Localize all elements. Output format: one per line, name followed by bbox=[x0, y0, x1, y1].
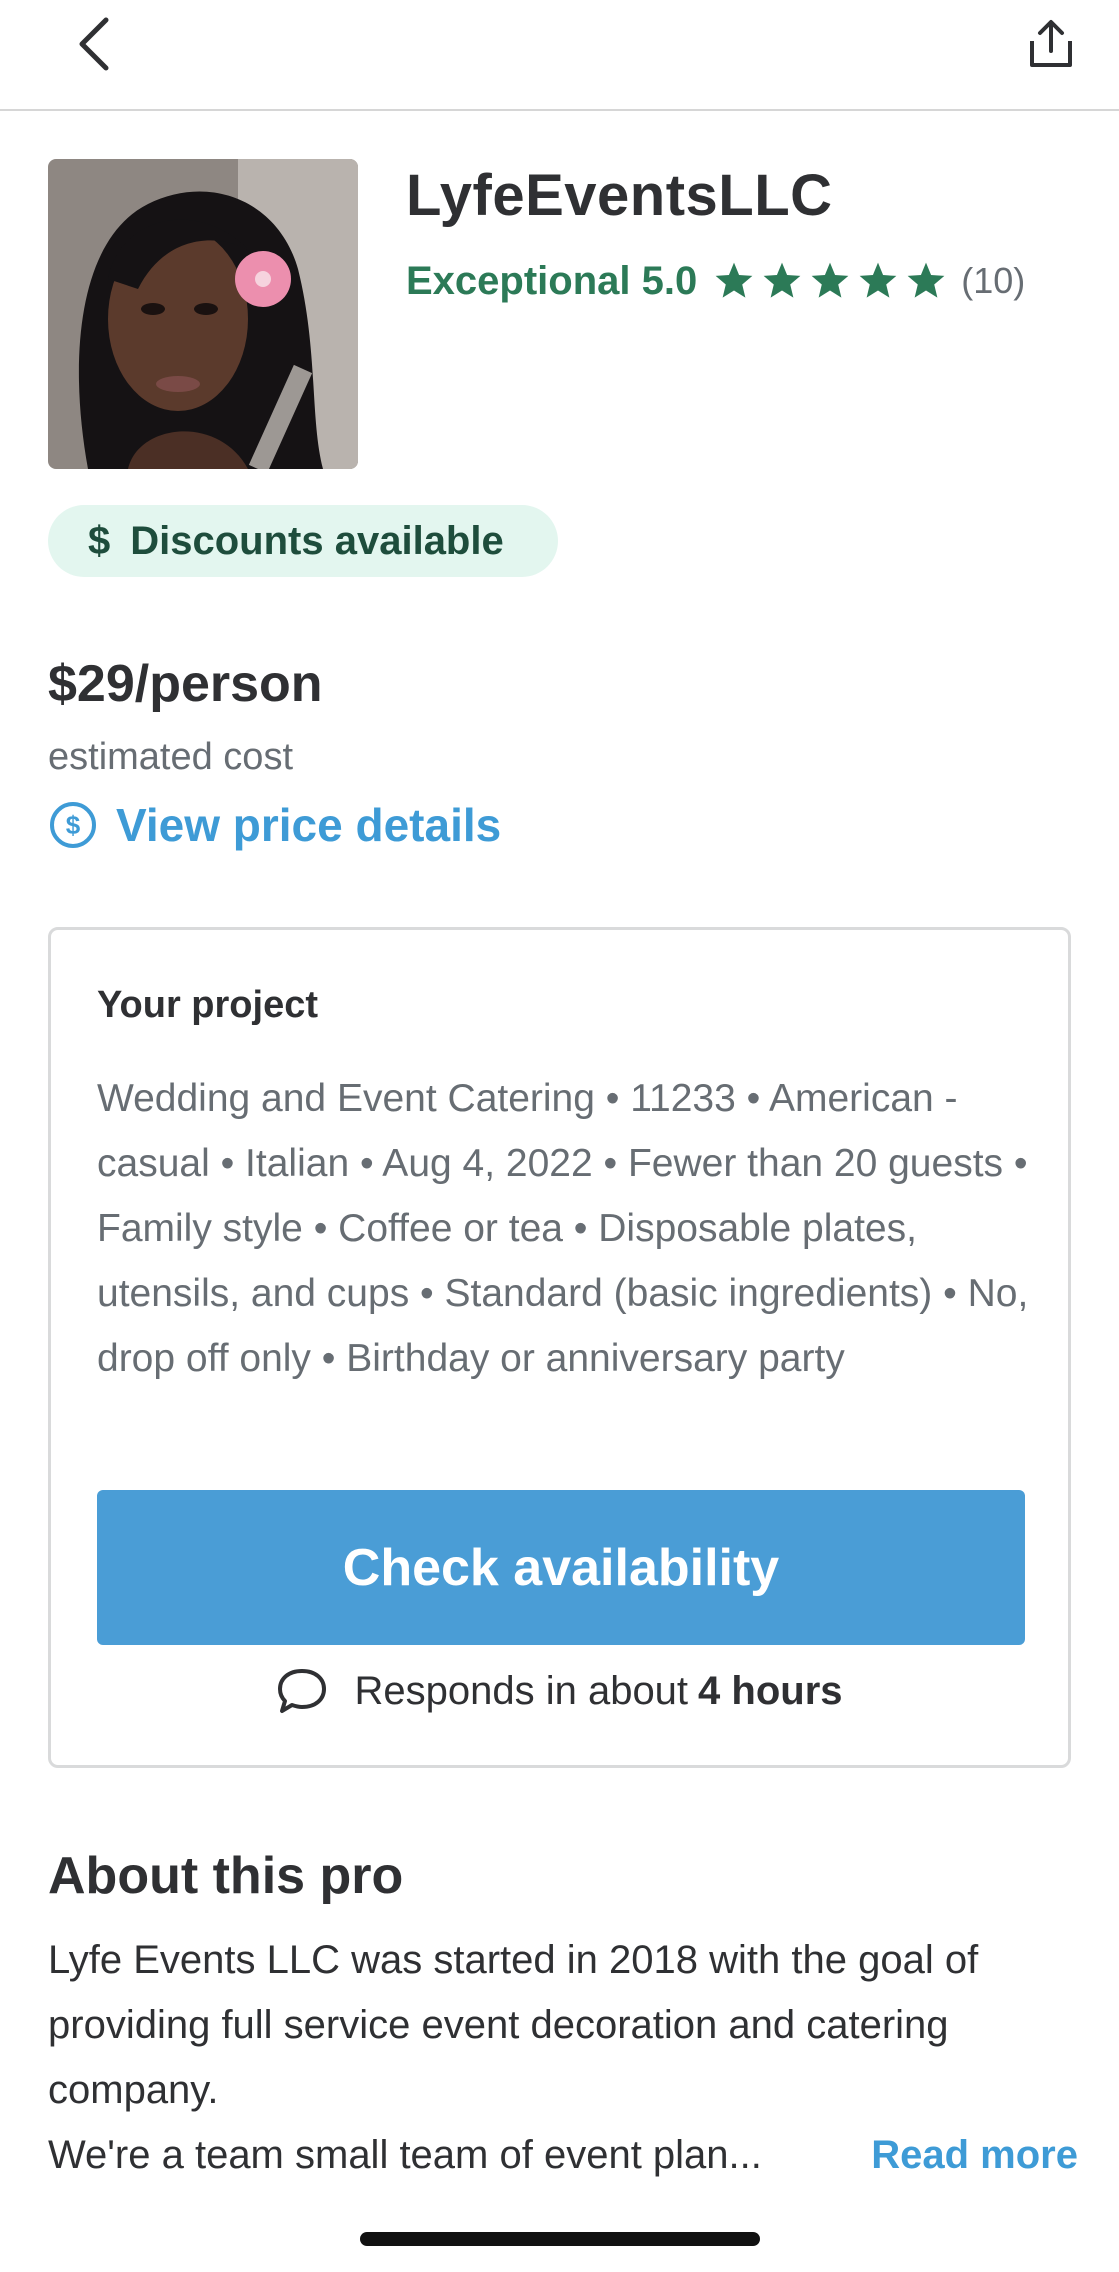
review-count: (10) bbox=[961, 260, 1026, 301]
rating-stars bbox=[713, 260, 947, 302]
share-icon bbox=[1030, 20, 1072, 67]
about-text: Lyfe Events LLC was started in 2018 with… bbox=[48, 1938, 979, 2112]
share-button[interactable] bbox=[1021, 14, 1081, 74]
about-last-line: We're a team small team of event plan... bbox=[48, 2133, 762, 2177]
home-indicator[interactable] bbox=[360, 2232, 760, 2246]
rating-summary[interactable]: Exceptional 5.0 (10) bbox=[406, 254, 1025, 308]
rating-label: Exceptional 5.0 bbox=[406, 258, 698, 303]
avatar-photo bbox=[48, 159, 358, 469]
pro-avatar[interactable] bbox=[48, 159, 358, 469]
chevron-left-icon bbox=[79, 17, 109, 71]
star-icon bbox=[715, 262, 753, 298]
back-button[interactable] bbox=[64, 14, 124, 74]
check-availability-label: Check availability bbox=[342, 1538, 780, 1597]
top-navigation-bar bbox=[0, 0, 1119, 111]
dollar-icon: $ bbox=[88, 518, 111, 563]
read-more-link[interactable]: Read more bbox=[871, 2123, 1078, 2188]
project-title: Your project bbox=[97, 984, 318, 1026]
view-price-details-link[interactable]: $ View price details bbox=[48, 798, 501, 852]
about-title: About this pro bbox=[48, 1847, 404, 1905]
svg-text:$: $ bbox=[66, 810, 81, 840]
star-icon bbox=[763, 262, 801, 298]
chat-bubble-icon bbox=[278, 1669, 327, 1713]
response-time-prefix: Responds in about bbox=[354, 1668, 689, 1713]
response-time: Responds in about 4 hours bbox=[51, 1665, 1068, 1717]
pro-name: LyfeEventsLLC bbox=[406, 163, 833, 228]
price-subtitle: estimated cost bbox=[48, 736, 293, 778]
project-card: Your project Wedding and Event Catering … bbox=[48, 927, 1071, 1768]
response-time-value: 4 hours bbox=[698, 1668, 843, 1713]
project-description: Wedding and Event Catering • 11233 • Ame… bbox=[97, 1077, 1029, 1380]
view-price-details-label: View price details bbox=[116, 799, 502, 851]
dollar-circle-icon: $ bbox=[50, 802, 96, 848]
price-value: $29/person bbox=[48, 655, 323, 713]
discount-badge[interactable]: $ Discounts available bbox=[48, 505, 558, 577]
discount-label: Discounts available bbox=[130, 518, 504, 563]
check-availability-button[interactable]: Check availability bbox=[97, 1490, 1025, 1645]
star-icon bbox=[859, 262, 897, 298]
star-icon bbox=[907, 262, 945, 298]
star-icon bbox=[811, 262, 849, 298]
about-truncated-line: We're a team small team of event plan...… bbox=[48, 2123, 1078, 2188]
